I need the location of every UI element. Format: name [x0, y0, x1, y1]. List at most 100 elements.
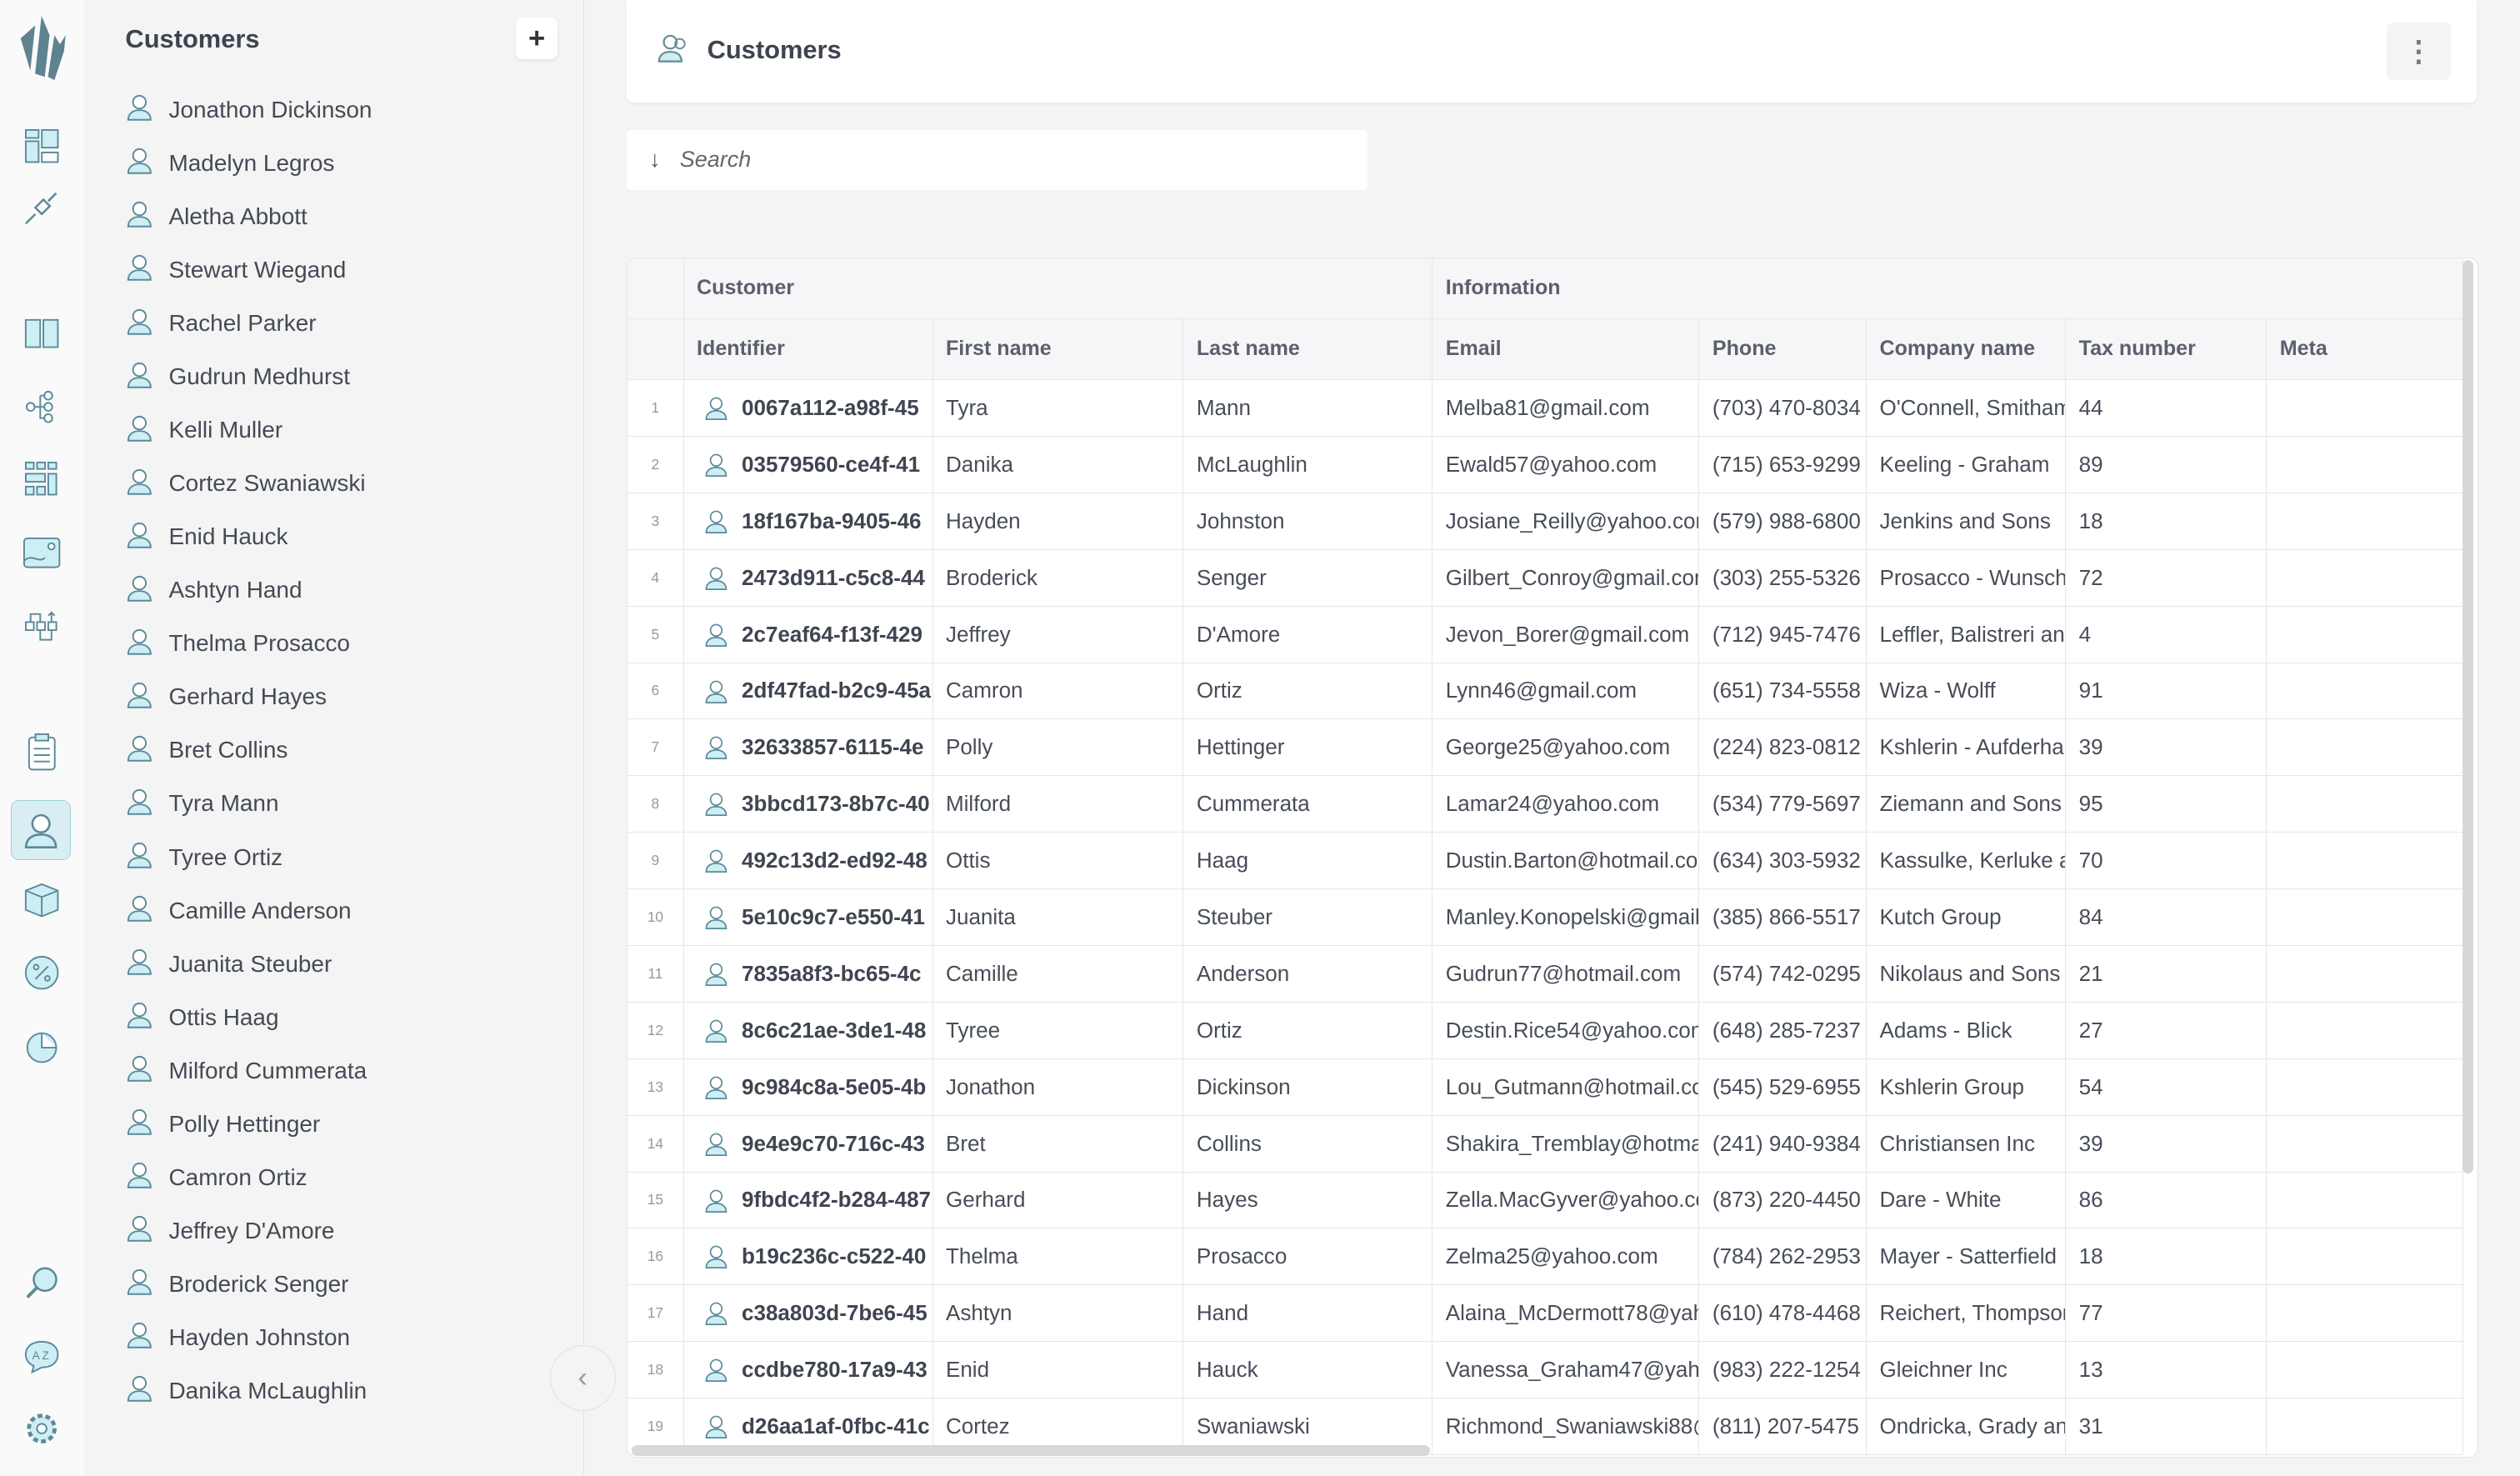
customer-list-item[interactable]: Stewart Wiegand	[125, 243, 372, 297]
customer-list-item[interactable]: Camille Anderson	[125, 884, 372, 938]
image-icon[interactable]	[16, 528, 68, 579]
tax-number-cell[interactable]: 18	[2066, 1228, 2268, 1286]
company-name-cell[interactable]: Gleichner Inc	[1867, 1342, 2067, 1399]
identifier-cell[interactable]: 9fbdc4f2-b284-487	[683, 1172, 933, 1229]
company-name-cell[interactable]: Kshlerin Group	[1867, 1058, 2067, 1116]
column-header-first-name[interactable]: First name	[932, 318, 1184, 381]
last-name-cell[interactable]: Mann	[1183, 380, 1433, 437]
identifier-cell[interactable]: 5e10c9c7-e550-41	[683, 889, 933, 946]
company-name-cell[interactable]: Christiansen Inc	[1867, 1115, 2067, 1173]
meta-cell[interactable]	[2267, 1398, 2463, 1455]
company-name-cell[interactable]: Reichert, Thompson	[1867, 1285, 2067, 1343]
email-cell[interactable]: Melba81@gmail.com	[1432, 380, 1700, 437]
meta-cell[interactable]	[2267, 1228, 2463, 1286]
tax-number-cell[interactable]: 84	[2066, 889, 2268, 946]
customer-list-item[interactable]: Danika McLaughlin	[125, 1364, 372, 1418]
horizontal-scrollbar[interactable]	[631, 1444, 1431, 1457]
phone-cell[interactable]: (610) 478-4468	[1699, 1285, 1868, 1343]
customer-list-item[interactable]: Milford Cummerata	[125, 1044, 372, 1098]
first-name-cell[interactable]: Jeffrey	[932, 606, 1184, 663]
first-name-cell[interactable]: Tyree	[932, 1002, 1184, 1059]
email-cell[interactable]: Shakira_Tremblay@hotmail	[1432, 1115, 1700, 1173]
box-icon[interactable]	[16, 874, 68, 926]
last-name-cell[interactable]: Dickinson	[1183, 1058, 1433, 1116]
customer-list-item[interactable]: Thelma Prosacco	[125, 617, 372, 670]
identifier-cell[interactable]: 8c6c21ae-3de1-48	[683, 1002, 933, 1059]
meta-cell[interactable]	[2267, 663, 2463, 720]
first-name-cell[interactable]: Danika	[932, 437, 1184, 493]
identifier-cell[interactable]: 0067a112-a98f-45	[683, 380, 933, 437]
translate-icon[interactable]: A Z	[16, 1331, 68, 1383]
customer-list-item[interactable]: Broderick Senger	[125, 1258, 372, 1311]
email-cell[interactable]: Ewald57@yahoo.com	[1432, 437, 1700, 493]
column-header-identifier[interactable]: Identifier	[683, 318, 933, 381]
company-name-cell[interactable]: Wiza - Wolff	[1867, 663, 2067, 720]
customer-list-item[interactable]: Gudrun Medhurst	[125, 350, 372, 403]
first-name-cell[interactable]: Polly	[932, 719, 1184, 777]
column-header-phone[interactable]: Phone	[1699, 318, 1868, 381]
company-name-cell[interactable]: Adams - Blick	[1867, 1002, 2067, 1059]
company-name-cell[interactable]: Keeling - Graham	[1867, 437, 2067, 493]
identifier-cell[interactable]: 32633857-6115-4e	[683, 719, 933, 777]
phone-cell[interactable]: (784) 262-2953	[1699, 1228, 1868, 1286]
phone-cell[interactable]: (651) 734-5558	[1699, 663, 1868, 720]
meta-cell[interactable]	[2267, 945, 2463, 1003]
phone-cell[interactable]: (579) 988-6800	[1699, 493, 1868, 550]
last-name-cell[interactable]: Cummerata	[1183, 776, 1433, 833]
identifier-cell[interactable]: 7835a8f3-bc65-4c	[683, 945, 933, 1003]
meta-cell[interactable]	[2267, 1002, 2463, 1059]
clipboard-icon[interactable]	[16, 727, 68, 778]
email-cell[interactable]: Manley.Konopelski@gmail	[1432, 889, 1700, 946]
email-cell[interactable]: Zella.MacGyver@yahoo.com	[1432, 1172, 1700, 1229]
phone-cell[interactable]: (983) 222-1254	[1699, 1342, 1868, 1399]
identifier-cell[interactable]: 3bbcd173-8b7c-40	[683, 776, 933, 833]
search-icon[interactable]	[16, 1257, 68, 1308]
meta-cell[interactable]	[2267, 889, 2463, 946]
add-customer-button[interactable]: +	[516, 18, 558, 60]
customer-list-item[interactable]: Tyra Mann	[125, 777, 372, 830]
first-name-cell[interactable]: Broderick	[932, 549, 1184, 607]
customer-list-item[interactable]: Aletha Abbott	[125, 190, 372, 243]
email-cell[interactable]: Zelma25@yahoo.com	[1432, 1228, 1700, 1286]
last-name-cell[interactable]: D'Amore	[1183, 606, 1433, 663]
first-name-cell[interactable]: Hayden	[932, 493, 1184, 550]
phone-cell[interactable]: (873) 220-4450	[1699, 1172, 1868, 1229]
tax-number-cell[interactable]: 54	[2066, 1058, 2268, 1116]
email-cell[interactable]: George25@yahoo.com	[1432, 719, 1700, 777]
company-name-cell[interactable]: Leffler, Balistreri and	[1867, 606, 2067, 663]
first-name-cell[interactable]: Ashtyn	[932, 1285, 1184, 1343]
last-name-cell[interactable]: Hand	[1183, 1285, 1433, 1343]
first-name-cell[interactable]: Juanita	[932, 889, 1184, 946]
hierarchy-icon[interactable]	[16, 381, 68, 433]
phone-cell[interactable]: (715) 653-9299	[1699, 437, 1868, 493]
phone-cell[interactable]: (224) 823-0812	[1699, 719, 1868, 777]
company-name-cell[interactable]: Kutch Group	[1867, 889, 2067, 946]
meta-cell[interactable]	[2267, 380, 2463, 437]
last-name-cell[interactable]: Hayes	[1183, 1172, 1433, 1229]
phone-cell[interactable]: (534) 779-5697	[1699, 776, 1868, 833]
phone-cell[interactable]: (712) 945-7476	[1699, 606, 1868, 663]
email-cell[interactable]: Gudrun77@hotmail.com	[1432, 945, 1700, 1003]
phone-cell[interactable]: (545) 529-6955	[1699, 1058, 1868, 1116]
identifier-cell[interactable]: 2c7eaf64-f13f-429	[683, 606, 933, 663]
column-header-tax-number[interactable]: Tax number	[2066, 318, 2268, 381]
first-name-cell[interactable]: Milford	[932, 776, 1184, 833]
meta-cell[interactable]	[2267, 549, 2463, 607]
meta-cell[interactable]	[2267, 606, 2463, 663]
last-name-cell[interactable]: Hauck	[1183, 1342, 1433, 1399]
identifier-cell[interactable]: 2df47fad-b2c9-45a	[683, 663, 933, 720]
meta-cell[interactable]	[2267, 1342, 2463, 1399]
phone-cell[interactable]: (241) 940-9384	[1699, 1115, 1868, 1173]
meta-cell[interactable]	[2267, 833, 2463, 890]
company-name-cell[interactable]: Ondricka, Grady and	[1867, 1398, 2067, 1455]
customer-list-item[interactable]: Jonathon Dickinson	[125, 83, 372, 137]
first-name-cell[interactable]: Thelma	[932, 1228, 1184, 1286]
customer-list-item[interactable]: Enid Hauck	[125, 510, 372, 563]
identifier-cell[interactable]: 03579560-ce4f-41	[683, 437, 933, 493]
tax-number-cell[interactable]: 4	[2066, 606, 2268, 663]
customer-list-item[interactable]: Kelli Muller	[125, 403, 372, 457]
grid-icon[interactable]	[16, 453, 68, 505]
email-cell[interactable]: Vanessa_Graham47@yahoo	[1432, 1342, 1700, 1399]
phone-cell[interactable]: (703) 470-8034	[1699, 380, 1868, 437]
company-name-cell[interactable]: Kshlerin - Aufderhar	[1867, 719, 2067, 777]
